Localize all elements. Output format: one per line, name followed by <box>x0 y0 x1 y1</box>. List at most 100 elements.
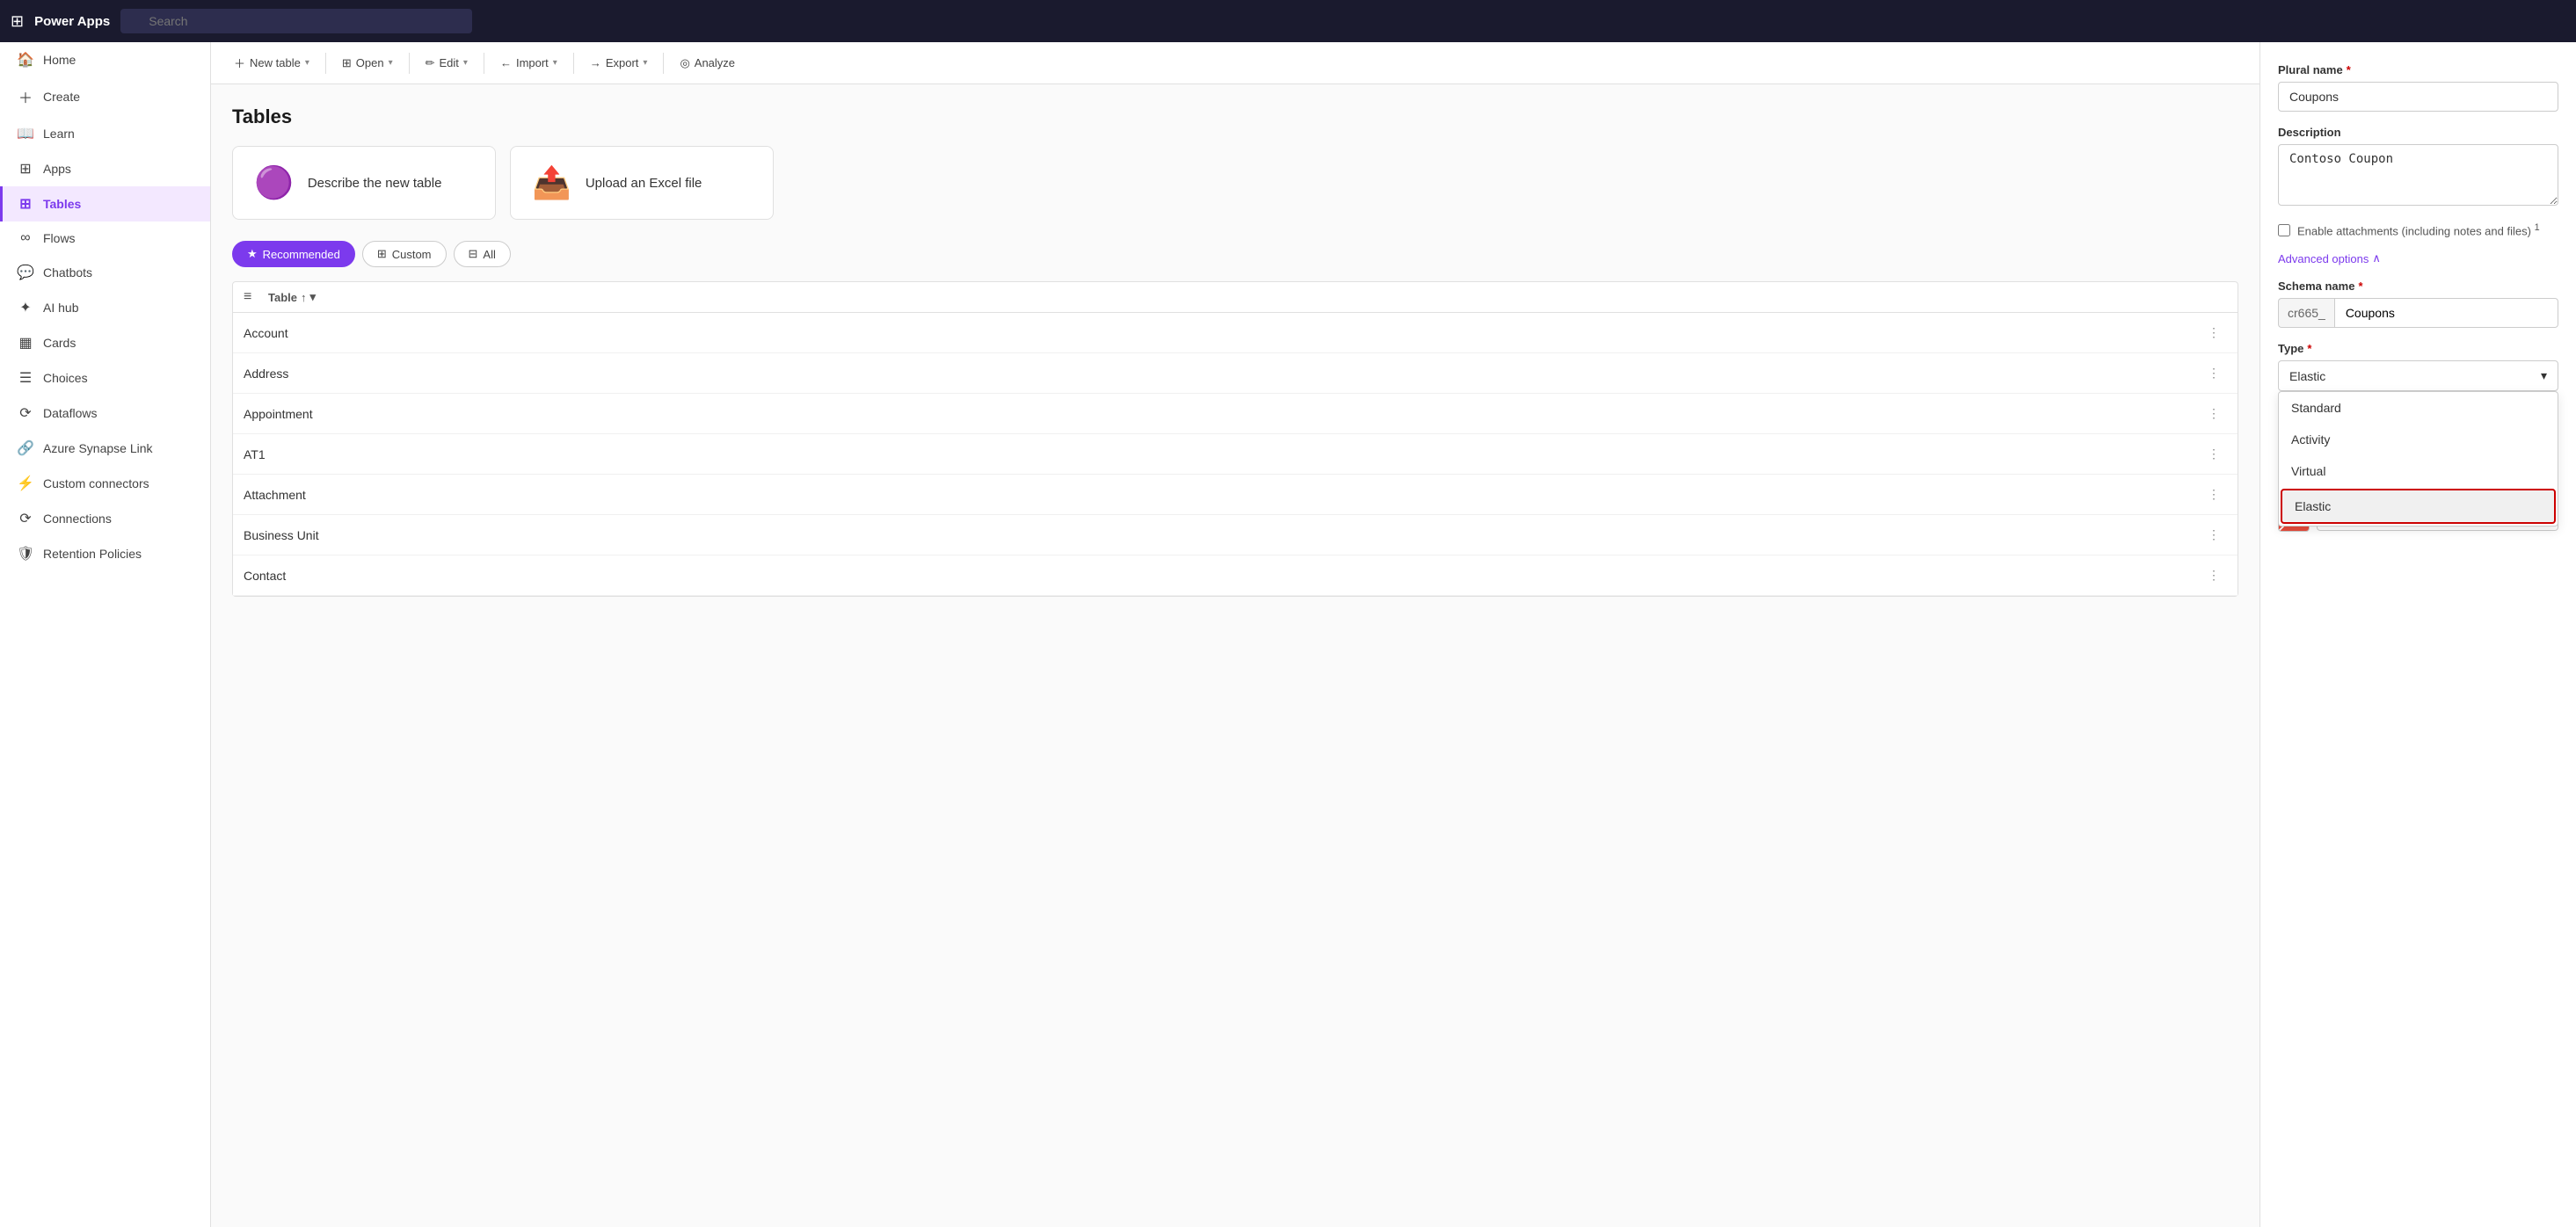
choices-icon: ☰ <box>17 369 34 387</box>
table-container: ≡ Table ↑ ▾ Account ⋮ Address ⋮ Appoin <box>232 281 2238 597</box>
row-more-at1[interactable]: ⋮ <box>2201 443 2227 465</box>
type-option-standard[interactable]: Standard <box>2279 392 2558 424</box>
sidebar-label-custom-connectors: Custom connectors <box>43 476 149 490</box>
type-option-elastic[interactable]: Elastic <box>2281 489 2556 524</box>
advanced-options-toggle[interactable]: Advanced options ∧ <box>2278 251 2558 265</box>
sidebar-item-tables[interactable]: ⊞ Tables <box>0 186 210 221</box>
table-header: ≡ Table ↑ ▾ <box>233 282 2238 313</box>
export-button[interactable]: → Export ▾ <box>581 52 657 74</box>
sidebar-item-apps[interactable]: ⊞ Apps <box>0 151 210 186</box>
upload-card[interactable]: 📤 Upload an Excel file <box>510 146 774 220</box>
app-logo: Power Apps <box>34 14 110 29</box>
type-option-activity[interactable]: Activity <box>2279 424 2558 455</box>
create-icon: ＋ <box>17 86 34 107</box>
export-chevron: ▾ <box>643 58 647 68</box>
edit-button[interactable]: ✏ Edit ▾ <box>417 52 477 75</box>
sidebar-item-dataflows[interactable]: ⟳ Dataflows <box>0 396 210 431</box>
schema-name-input[interactable] <box>2334 298 2558 328</box>
sidebar-item-create[interactable]: ＋ Create <box>0 77 210 116</box>
type-label: Type * <box>2278 342 2558 355</box>
enable-attachments-row: Enable attachments (including notes and … <box>2278 222 2558 237</box>
table-row[interactable]: AT1 ⋮ <box>233 434 2238 475</box>
cards-icon: ▦ <box>17 334 34 352</box>
new-table-button[interactable]: ＋ New table ▾ <box>225 50 318 76</box>
sidebar-label-retention: Retention Policies <box>43 547 142 561</box>
row-more-contact[interactable]: ⋮ <box>2201 564 2227 586</box>
table-row[interactable]: Address ⋮ <box>233 353 2238 394</box>
row-more-attachment[interactable]: ⋮ <box>2201 483 2227 505</box>
dropdown-chevron-icon: ▾ <box>2541 368 2547 383</box>
sidebar-item-aihub[interactable]: ✦ AI hub <box>0 290 210 325</box>
table-sort-button[interactable]: Table ↑ ▾ <box>268 290 316 304</box>
toolbar: ＋ New table ▾ ⊞ Open ▾ ✏ Edit ▾ ← Import… <box>211 42 2259 84</box>
describe-card[interactable]: 🟣 Describe the new table <box>232 146 496 220</box>
new-table-label: New table <box>250 56 301 69</box>
row-name-business-unit: Business Unit <box>244 528 2201 542</box>
table-row[interactable]: Appointment ⋮ <box>233 394 2238 434</box>
sidebar-label-flows: Flows <box>43 231 76 245</box>
chevron-up-icon: ∧ <box>2372 251 2381 265</box>
sidebar-item-connections[interactable]: ⟳ Connections <box>0 501 210 536</box>
type-option-virtual[interactable]: Virtual <box>2279 455 2558 487</box>
import-button[interactable]: ← Import ▾ <box>491 52 566 74</box>
main-area: ＋ New table ▾ ⊞ Open ▾ ✏ Edit ▾ ← Import… <box>211 42 2259 1227</box>
sidebar-item-custom-connectors[interactable]: ⚡ Custom connectors <box>0 466 210 501</box>
row-more-address[interactable]: ⋮ <box>2201 362 2227 384</box>
sidebar-item-learn[interactable]: 📖 Learn <box>0 116 210 151</box>
type-field: Type * Elastic ▾ Standard Activity Virtu <box>2278 342 2558 391</box>
row-more-account[interactable]: ⋮ <box>2201 322 2227 344</box>
schema-name-label: Schema name * <box>2278 280 2558 293</box>
filter-recommended[interactable]: ★ Recommended <box>232 241 355 267</box>
sort-asc-icon: ↑ <box>301 291 307 304</box>
open-button[interactable]: ⊞ Open ▾ <box>333 52 402 75</box>
open-label: Open <box>356 56 384 69</box>
analyze-label: Analyze <box>695 56 735 69</box>
analyze-icon: ◎ <box>680 56 689 70</box>
schema-name-field: Schema name * cr665_ <box>2278 280 2558 328</box>
sidebar-item-azure-synapse[interactable]: 🔗 Azure Synapse Link <box>0 431 210 466</box>
layout: 🏠 Home ＋ Create 📖 Learn ⊞ Apps ⊞ Tables … <box>0 42 2576 1227</box>
table-row[interactable]: Attachment ⋮ <box>233 475 2238 515</box>
table-row[interactable]: Business Unit ⋮ <box>233 515 2238 555</box>
row-name-account: Account <box>244 326 2201 340</box>
toolbar-divider-5 <box>663 53 664 74</box>
import-chevron: ▾ <box>553 58 557 68</box>
plural-name-input[interactable] <box>2278 82 2558 112</box>
table-row[interactable]: Account ⋮ <box>233 313 2238 353</box>
type-dropdown-menu: Standard Activity Virtual Elastic <box>2278 391 2558 526</box>
sidebar-item-home[interactable]: 🏠 Home <box>0 42 210 77</box>
grid-icon[interactable]: ⊞ <box>11 12 24 31</box>
search-wrap: 🔍 <box>120 9 472 33</box>
row-more-business-unit[interactable]: ⋮ <box>2201 524 2227 546</box>
apps-icon: ⊞ <box>17 160 34 178</box>
filter-all[interactable]: ⊟ All <box>454 241 511 267</box>
type-dropdown[interactable]: Elastic ▾ <box>2278 360 2558 391</box>
sidebar-item-choices[interactable]: ☰ Choices <box>0 360 210 396</box>
upload-label: Upload an Excel file <box>586 176 702 191</box>
search-input[interactable] <box>120 9 472 33</box>
sidebar-item-flows[interactable]: ∞ Flows <box>0 221 210 255</box>
row-name-address: Address <box>244 367 2201 381</box>
type-selected-value: Elastic <box>2289 369 2325 383</box>
schema-name-required: * <box>2358 280 2362 293</box>
home-icon: 🏠 <box>17 51 34 69</box>
enable-attachments-checkbox[interactable] <box>2278 224 2290 236</box>
sidebar-item-cards[interactable]: ▦ Cards <box>0 325 210 360</box>
custom-connectors-icon: ⚡ <box>17 475 34 492</box>
sidebar-item-chatbots[interactable]: 💬 Chatbots <box>0 255 210 290</box>
description-input[interactable] <box>2278 144 2558 206</box>
flows-icon: ∞ <box>17 230 34 246</box>
custom-icon: ⊞ <box>377 247 387 261</box>
export-icon: → <box>590 56 601 69</box>
type-required: * <box>2307 342 2311 355</box>
filter-custom-label: Custom <box>392 248 432 261</box>
all-icon: ⊟ <box>469 247 478 261</box>
table-row[interactable]: Contact ⋮ <box>233 555 2238 596</box>
analyze-button[interactable]: ◎ Analyze <box>671 52 744 75</box>
sidebar-item-retention[interactable]: 🛡 Retention Policies <box>0 536 210 571</box>
row-more-appointment[interactable]: ⋮ <box>2201 403 2227 425</box>
row-name-appointment: Appointment <box>244 407 2201 421</box>
aihub-icon: ✦ <box>17 299 34 316</box>
filter-custom[interactable]: ⊞ Custom <box>362 241 447 267</box>
sidebar-label-connections: Connections <box>43 512 112 526</box>
